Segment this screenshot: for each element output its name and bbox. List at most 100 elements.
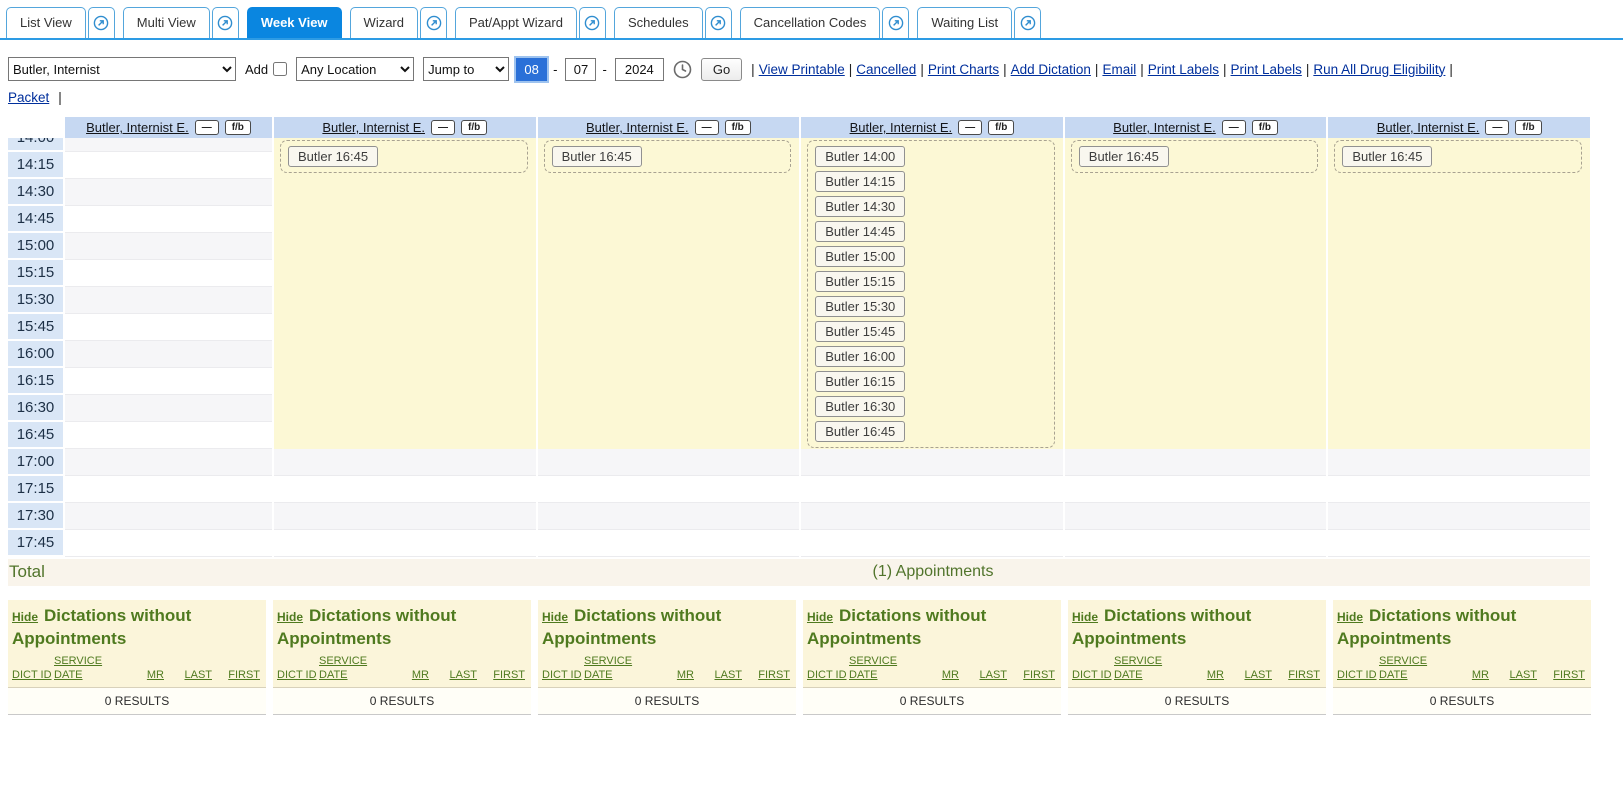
schedule-open-block[interactable] xyxy=(538,138,800,449)
col-header-last[interactable]: LAST xyxy=(429,668,477,682)
fb-button[interactable]: f/b xyxy=(988,120,1014,135)
provider-link[interactable]: Butler, Internist E. xyxy=(86,120,189,135)
hide-link[interactable]: Hide xyxy=(277,610,303,624)
col-header-service-date[interactable]: SERVICE DATE xyxy=(584,654,646,682)
col-header-last[interactable]: LAST xyxy=(694,668,742,682)
tab-waiting-list[interactable]: Waiting List xyxy=(917,7,1012,38)
col-header-service-date[interactable]: SERVICE DATE xyxy=(319,654,381,682)
appointment-slot-button[interactable]: Butler 14:30 xyxy=(815,196,905,217)
collapse-column-button[interactable]: — xyxy=(1222,120,1246,135)
appointment-slot-button[interactable]: Butler 16:00 xyxy=(815,346,905,367)
appointment-slot-button[interactable]: Butler 15:00 xyxy=(815,246,905,267)
tab-multi-view[interactable]: Multi View xyxy=(123,7,210,38)
collapse-column-button[interactable]: — xyxy=(431,120,455,135)
appointment-slot-button[interactable]: Butler 15:30 xyxy=(815,296,905,317)
collapse-column-button[interactable]: — xyxy=(1485,120,1509,135)
col-header-first[interactable]: FIRST xyxy=(477,668,525,682)
appointment-slot-button[interactable]: Butler 16:30 xyxy=(815,396,905,417)
appointment-slot-button[interactable]: Butler 16:45 xyxy=(552,146,642,167)
col-header-last[interactable]: LAST xyxy=(959,668,1007,682)
link-print-labels[interactable]: Print Labels xyxy=(1231,62,1302,77)
provider-select[interactable]: Butler, Internist xyxy=(8,57,236,81)
tab-cancellation-codes[interactable]: Cancellation Codes xyxy=(740,7,881,38)
appointment-slot-button[interactable]: Butler 16:45 xyxy=(288,146,378,167)
collapse-column-button[interactable]: — xyxy=(195,120,219,135)
date-year-input[interactable] xyxy=(615,58,664,81)
fb-button[interactable]: f/b xyxy=(1252,120,1278,135)
hide-link[interactable]: Hide xyxy=(1072,610,1098,624)
hide-link[interactable]: Hide xyxy=(1337,610,1363,624)
tab-schedules[interactable]: Schedules xyxy=(614,7,703,38)
col-header-dict-id[interactable]: DICT ID xyxy=(807,668,849,682)
appointment-slot-button[interactable]: Butler 16:45 xyxy=(1079,146,1169,167)
provider-link[interactable]: Butler, Internist E. xyxy=(850,120,953,135)
col-header-service-date[interactable]: SERVICE DATE xyxy=(849,654,911,682)
appointment-slot-button[interactable]: Butler 14:00 xyxy=(815,146,905,167)
hide-link[interactable]: Hide xyxy=(542,610,568,624)
link-print-labels[interactable]: Print Labels xyxy=(1148,62,1219,77)
jump-select[interactable]: Jump to xyxy=(423,57,509,81)
col-header-first[interactable]: FIRST xyxy=(1272,668,1320,682)
provider-link[interactable]: Butler, Internist E. xyxy=(322,120,425,135)
fb-button[interactable]: f/b xyxy=(461,120,487,135)
col-header-mr[interactable]: MR xyxy=(1441,668,1489,682)
location-select[interactable]: Any Location xyxy=(296,57,414,81)
collapse-column-button[interactable]: — xyxy=(695,120,719,135)
link-view-printable[interactable]: View Printable xyxy=(759,62,845,77)
col-header-dict-id[interactable]: DICT ID xyxy=(277,668,319,682)
col-header-service-date[interactable]: SERVICE DATE xyxy=(1379,654,1441,682)
appointment-slot-button[interactable]: Butler 14:15 xyxy=(815,171,905,192)
open-in-new-icon[interactable] xyxy=(88,7,115,38)
col-header-service-date[interactable]: SERVICE DATE xyxy=(1114,654,1176,682)
appointment-slot-button[interactable]: Butler 15:15 xyxy=(815,271,905,292)
link-add-dictation[interactable]: Add Dictation xyxy=(1011,62,1091,77)
col-header-mr[interactable]: MR xyxy=(646,668,694,682)
open-in-new-icon[interactable] xyxy=(882,7,909,38)
appointment-slot-button[interactable]: Butler 14:45 xyxy=(815,221,905,242)
appointment-slot-button[interactable]: Butler 16:45 xyxy=(1342,146,1432,167)
hide-link[interactable]: Hide xyxy=(807,610,833,624)
col-header-dict-id[interactable]: DICT ID xyxy=(12,668,54,682)
appointment-slot-button[interactable]: Butler 16:45 xyxy=(815,421,905,442)
fb-button[interactable]: f/b xyxy=(725,120,751,135)
clock-icon[interactable] xyxy=(673,60,692,79)
collapse-column-button[interactable]: — xyxy=(958,120,982,135)
fb-button[interactable]: f/b xyxy=(1515,120,1541,135)
col-header-first[interactable]: FIRST xyxy=(742,668,790,682)
tab-list-view[interactable]: List View xyxy=(6,7,86,38)
link-cancelled[interactable]: Cancelled xyxy=(856,62,916,77)
tab-wizard[interactable]: Wizard xyxy=(350,7,418,38)
col-header-first[interactable]: FIRST xyxy=(1007,668,1055,682)
col-header-mr[interactable]: MR xyxy=(116,668,164,682)
fb-button[interactable]: f/b xyxy=(225,120,251,135)
link-run-all-drug-eligibility[interactable]: Run All Drug Eligibility xyxy=(1313,62,1445,77)
provider-link[interactable]: Butler, Internist E. xyxy=(1113,120,1216,135)
tab-pat-appt-wizard[interactable]: Pat/Appt Wizard xyxy=(455,7,577,38)
open-in-new-icon[interactable] xyxy=(1014,7,1041,38)
tab-week-view[interactable]: Week View xyxy=(247,7,342,38)
open-in-new-icon[interactable] xyxy=(420,7,447,38)
col-header-mr[interactable]: MR xyxy=(1176,668,1224,682)
schedule-open-block[interactable] xyxy=(1328,138,1590,449)
col-header-dict-id[interactable]: DICT ID xyxy=(1337,668,1379,682)
link-email[interactable]: Email xyxy=(1102,62,1136,77)
col-header-last[interactable]: LAST xyxy=(1224,668,1272,682)
go-button[interactable]: Go xyxy=(701,58,742,81)
col-header-first[interactable]: FIRST xyxy=(1537,668,1585,682)
date-month-input[interactable] xyxy=(516,58,547,81)
open-in-new-icon[interactable] xyxy=(705,7,732,38)
col-header-first[interactable]: FIRST xyxy=(212,668,260,682)
col-header-dict-id[interactable]: DICT ID xyxy=(1072,668,1114,682)
open-in-new-icon[interactable] xyxy=(212,7,239,38)
appointment-slot-button[interactable]: Butler 16:15 xyxy=(815,371,905,392)
col-header-mr[interactable]: MR xyxy=(911,668,959,682)
date-day-input[interactable] xyxy=(565,58,596,81)
col-header-dict-id[interactable]: DICT ID xyxy=(542,668,584,682)
schedule-open-block[interactable] xyxy=(274,138,536,449)
col-header-last[interactable]: LAST xyxy=(164,668,212,682)
provider-link[interactable]: Butler, Internist E. xyxy=(586,120,689,135)
col-header-last[interactable]: LAST xyxy=(1489,668,1537,682)
provider-link[interactable]: Butler, Internist E. xyxy=(1377,120,1480,135)
add-checkbox[interactable] xyxy=(273,62,287,76)
schedule-open-block[interactable] xyxy=(1065,138,1327,449)
